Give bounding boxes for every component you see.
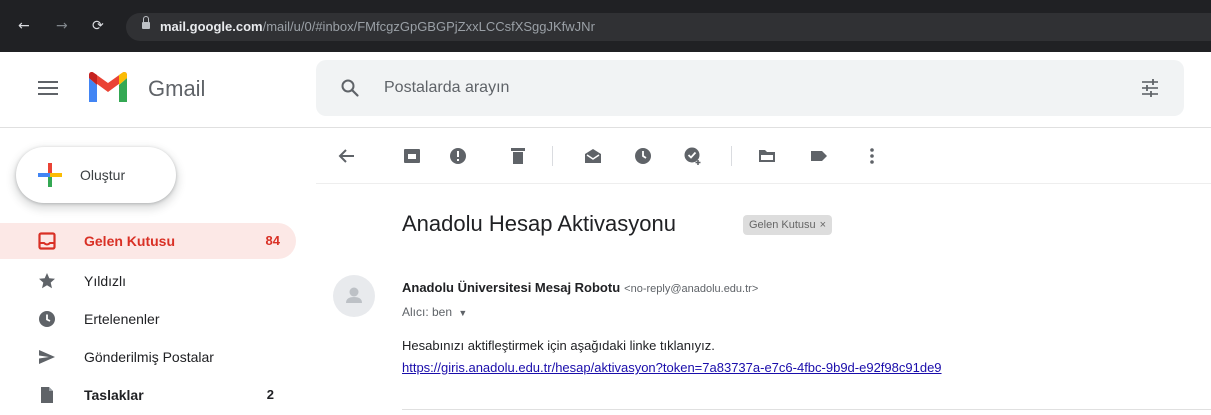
reload-icon[interactable]: ⟳ <box>92 18 104 34</box>
toolbar-separator <box>552 146 553 166</box>
compose-label: Oluştur <box>80 167 126 183</box>
activation-link[interactable]: https://giris.anadolu.edu.tr/hesap/aktiv… <box>402 360 942 376</box>
delete-icon[interactable] <box>508 146 528 166</box>
search-bar[interactable] <box>316 60 1184 116</box>
gmail-logo-text[interactable]: Gmail <box>148 74 205 104</box>
gmail-logo-icon[interactable] <box>86 71 130 109</box>
main-menu-icon[interactable] <box>38 80 58 96</box>
sender-avatar <box>333 275 375 317</box>
mark-unread-icon[interactable] <box>583 146 603 166</box>
sidebar-item-label: Ertelenenler <box>84 311 160 327</box>
address-bar[interactable]: mail.google.com/mail/u/0/#inbox/FMfcgzGp… <box>126 13 1211 41</box>
arrow-left-icon[interactable]: ← <box>18 18 30 34</box>
unread-count: 84 <box>265 233 280 248</box>
lock-icon[interactable] <box>142 16 150 30</box>
message-divider <box>402 409 1211 410</box>
send-icon <box>39 350 55 364</box>
label-chip-text: Gelen Kutusu <box>749 219 816 231</box>
search-options-icon[interactable] <box>1140 78 1160 98</box>
compose-button[interactable]: Oluştur <box>16 147 176 203</box>
sidebar-item-sent[interactable]: Gönderilmiş Postalar <box>0 339 296 375</box>
sidebar-item-inbox[interactable]: Gelen Kutusu 84 <box>0 223 296 259</box>
label-icon[interactable] <box>809 146 829 166</box>
sidebar-item-label: Gönderilmiş Postalar <box>84 349 214 365</box>
header-divider <box>0 127 1211 128</box>
archive-icon[interactable] <box>402 146 422 166</box>
sender-line: Anadolu Üniversitesi Mesaj Robotu <no-rep… <box>402 280 758 297</box>
add-to-tasks-icon[interactable] <box>683 146 703 166</box>
email-subject: Anadolu Hesap Aktivasyonu <box>402 211 676 236</box>
sender-email: <no-reply@anadolu.edu.tr> <box>624 283 759 295</box>
toolbar-separator <box>731 146 732 166</box>
star-icon <box>39 273 55 289</box>
sidebar-item-snoozed[interactable]: Ertelenenler <box>0 301 296 337</box>
remove-label-icon[interactable]: × <box>820 219 826 231</box>
inbox-label-chip[interactable]: Gelen Kutusu × <box>743 215 833 235</box>
drafts-count: 2 <box>266 387 274 402</box>
draft-icon <box>41 387 53 403</box>
address-bar-url[interactable]: mail.google.com/mail/u/0/#inbox/FMfcgzGp… <box>160 19 595 35</box>
search-input[interactable] <box>384 76 1084 100</box>
recipient-line[interactable]: Alıcı: ben ▼ <box>402 304 467 321</box>
sidebar-item-label: Taslaklar <box>84 387 144 403</box>
inbox-icon <box>38 232 56 250</box>
more-icon[interactable] <box>862 146 882 166</box>
clock-icon <box>39 311 55 327</box>
arrow-right-icon[interactable]: → <box>56 18 68 34</box>
report-spam-icon[interactable] <box>448 146 468 166</box>
sidebar-item-label: Gelen Kutusu <box>84 233 176 249</box>
search-icon[interactable] <box>340 78 360 98</box>
move-to-icon[interactable] <box>757 146 777 166</box>
back-arrow-icon[interactable] <box>337 146 357 166</box>
sidebar-item-label: Yıldızlı <box>84 273 127 289</box>
email-body-text: Hesabınızı aktifleştirmek için aşağıdaki… <box>402 338 715 353</box>
recipient-details-icon[interactable]: ▼ <box>458 308 467 318</box>
sidebar-item-starred[interactable]: Yıldızlı <box>0 263 296 299</box>
browser-toolbar: ← → ⟳ mail.google.com/mail/u/0/#inbox/FM… <box>0 0 1211 52</box>
sender-name[interactable]: Anadolu Üniversitesi Mesaj Robotu <box>402 280 620 295</box>
toolbar-divider <box>316 183 1211 184</box>
plus-icon <box>38 163 62 187</box>
snooze-icon[interactable] <box>633 146 653 166</box>
person-icon <box>346 287 362 303</box>
recipient-text: Alıcı: ben <box>402 305 453 319</box>
sidebar-item-drafts[interactable]: Taslaklar 2 <box>0 377 296 413</box>
